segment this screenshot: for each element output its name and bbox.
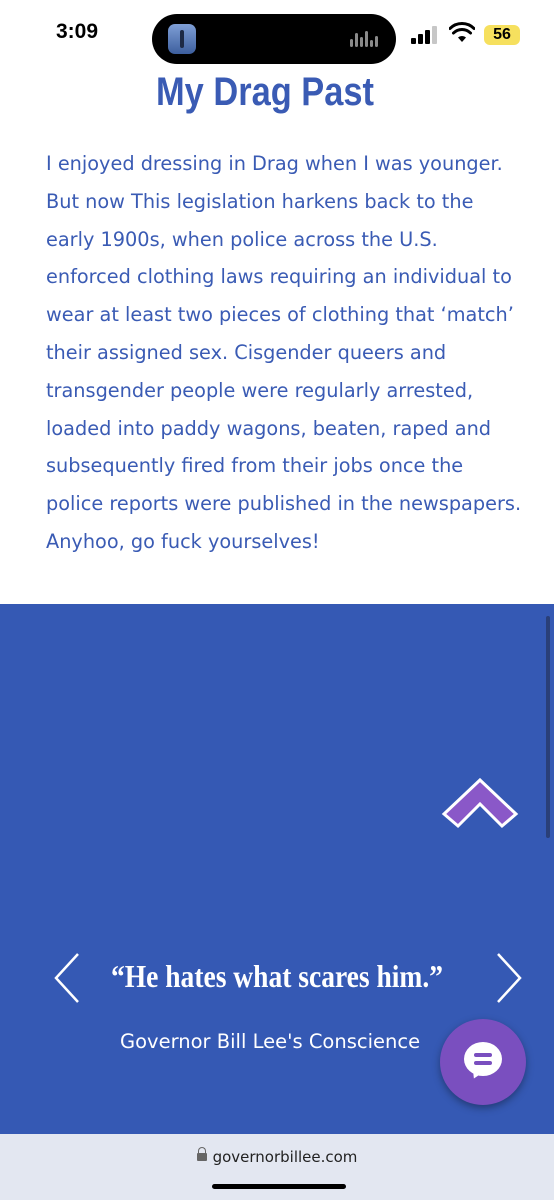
testimonial-quote: “He hates what scares him.”: [110, 958, 443, 994]
cellular-signal-icon: [411, 26, 437, 44]
scrollbar[interactable]: [546, 616, 550, 838]
scroll-to-top-button[interactable]: [440, 776, 520, 832]
chat-bubble-icon: [464, 1042, 502, 1076]
chevron-up-icon: [441, 777, 519, 829]
battery-indicator: 56: [484, 25, 520, 45]
lock-icon: [196, 1147, 207, 1161]
page-title: My Drag Past: [156, 70, 374, 114]
now-playing-thumbnail: [168, 24, 196, 54]
dynamic-island[interactable]: [152, 14, 396, 64]
home-indicator[interactable]: [212, 1184, 346, 1189]
audio-waveform-icon: [350, 31, 378, 47]
chat-button[interactable]: [440, 1019, 526, 1105]
url-text: governorbillee.com: [212, 1148, 358, 1166]
browser-address-bar[interactable]: governorbillee.com: [0, 1134, 554, 1200]
status-bar: 3:09 56: [0, 0, 554, 70]
wifi-icon: [449, 22, 475, 42]
url-display[interactable]: governorbillee.com: [0, 1147, 554, 1166]
article-body: I enjoyed dressing in Drag when I was yo…: [46, 152, 522, 553]
status-time: 3:09: [56, 20, 99, 43]
